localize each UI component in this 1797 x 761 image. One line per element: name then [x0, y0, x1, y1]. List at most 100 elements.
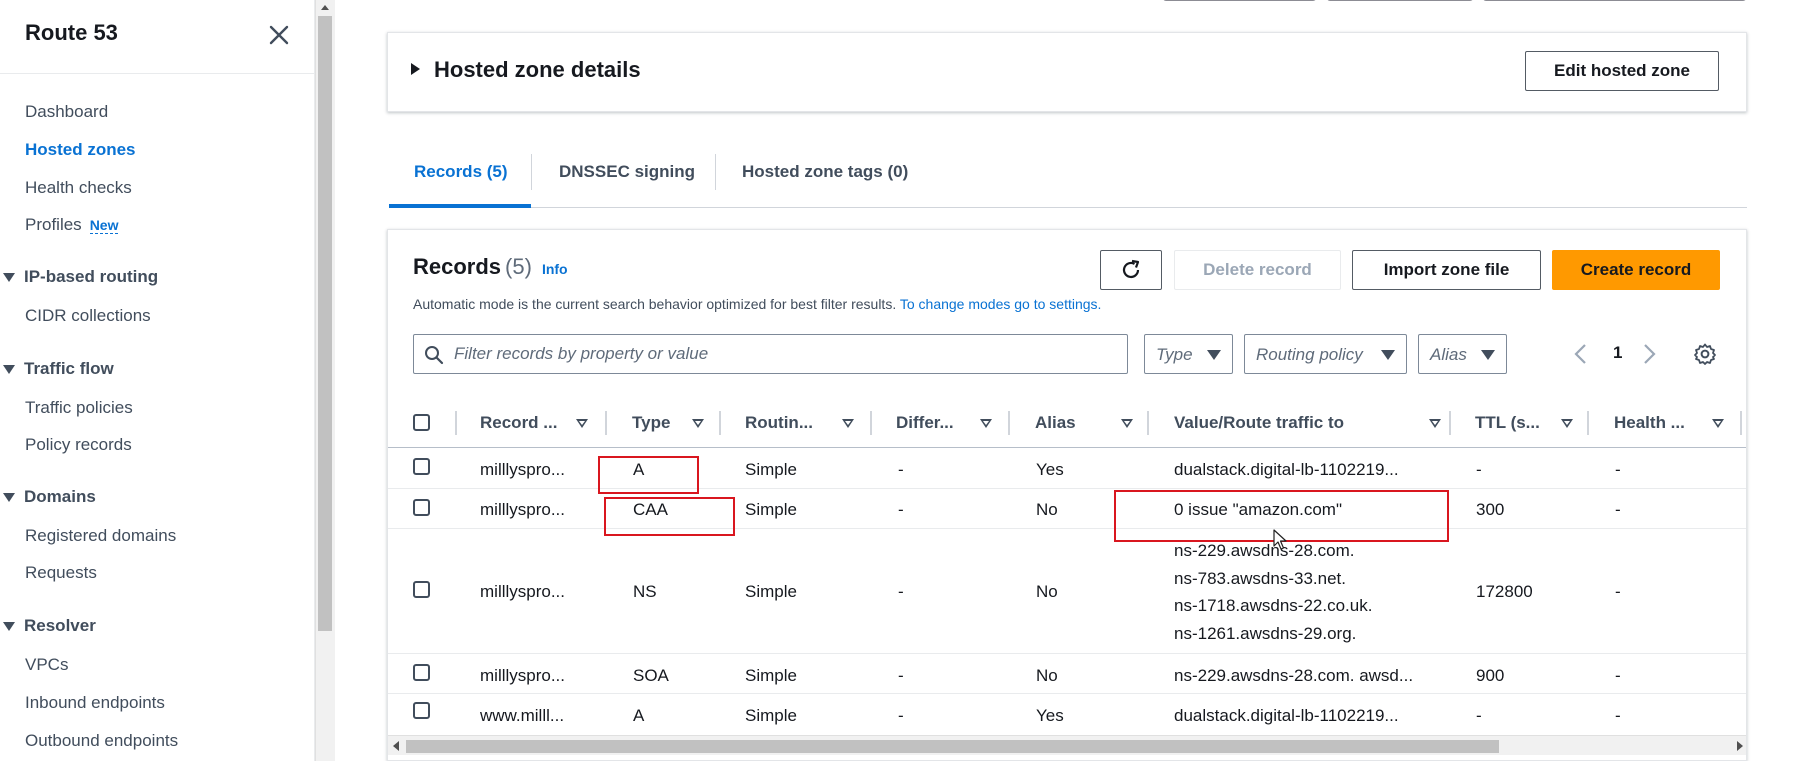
- ttl-cell: 172800: [1476, 582, 1533, 601]
- sidebar-item-traffic-policies[interactable]: Traffic policies: [25, 398, 133, 418]
- create-record-button[interactable]: Create record: [1552, 250, 1720, 290]
- record-name-cell[interactable]: milllyspro...: [480, 460, 565, 480]
- scroll-up-icon[interactable]: [318, 2, 332, 12]
- table-row[interactable]: milllyspro... SOA Simple - No ns-229.aws…: [388, 654, 1746, 694]
- row-checkbox[interactable]: [413, 581, 430, 598]
- row-checkbox[interactable]: [413, 458, 430, 475]
- sort-icon: [842, 419, 854, 428]
- current-page-number[interactable]: 1: [1613, 343, 1622, 363]
- refresh-button[interactable]: [1100, 250, 1162, 290]
- dropdown-icon: [1207, 350, 1221, 360]
- column-separator: [1008, 411, 1010, 435]
- column-label: Differ...: [896, 413, 954, 432]
- tab-dnssec-signing[interactable]: DNSSEC signing: [559, 150, 695, 208]
- routing-policy-cell: Simple: [745, 582, 797, 601]
- routing-policy-filter-select[interactable]: Routing policy: [1244, 334, 1407, 374]
- alias-cell: Yes: [1036, 706, 1064, 725]
- sidebar-scrollbar-thumb[interactable]: [318, 16, 332, 631]
- sidebar-item-health-checks[interactable]: Health checks: [25, 178, 132, 198]
- sidebar-item-outbound-endpoints[interactable]: Outbound endpoints: [25, 731, 178, 751]
- caret-down-icon: [3, 492, 15, 502]
- health-check-cell: -: [1615, 460, 1621, 479]
- row-checkbox[interactable]: [413, 664, 430, 681]
- scroll-left-icon[interactable]: [393, 741, 399, 751]
- column-header-routing-policy[interactable]: Routin...: [745, 398, 855, 448]
- ttl-cell: -: [1476, 460, 1482, 479]
- table-horizontal-scrollbar[interactable]: [388, 735, 1746, 755]
- caret-down-icon: [3, 364, 15, 374]
- horizontal-scrollbar-thumb[interactable]: [406, 740, 1499, 753]
- scroll-right-icon[interactable]: [1737, 741, 1743, 751]
- ttl-cell: 300: [1476, 500, 1505, 519]
- records-title: Records (5) Info: [413, 254, 568, 280]
- record-name-cell[interactable]: milllyspro...: [480, 666, 565, 686]
- row-checkbox[interactable]: [413, 702, 430, 719]
- sidebar-item-profiles[interactable]: Profiles New: [25, 215, 119, 235]
- column-header-alias[interactable]: Alias: [1035, 398, 1135, 448]
- column-header-health-check[interactable]: Health ...: [1614, 398, 1724, 448]
- gear-icon[interactable]: [1693, 342, 1717, 366]
- table-row[interactable]: www.milll... A Simple - Yes dualstack.di…: [388, 694, 1746, 734]
- records-heading: Records: [413, 254, 502, 279]
- ttl-cell: 900: [1476, 666, 1505, 685]
- tab-separator: [531, 154, 532, 190]
- edit-hosted-zone-button[interactable]: Edit hosted zone: [1525, 51, 1719, 91]
- sidebar-group-ip-routing[interactable]: IP-based routing: [0, 267, 158, 287]
- highlight-box-type-caa: [604, 497, 735, 536]
- record-name-cell[interactable]: milllyspro...: [480, 582, 565, 602]
- sidebar-item-hosted-zones[interactable]: Hosted zones: [25, 140, 136, 160]
- sidebar-item-dashboard[interactable]: Dashboard: [25, 102, 108, 122]
- select-all-checkbox[interactable]: [413, 414, 430, 431]
- tab-hosted-zone-tags[interactable]: Hosted zone tags (0): [742, 150, 908, 208]
- record-name-cell[interactable]: milllyspro...: [480, 500, 565, 520]
- column-separator: [1449, 411, 1451, 435]
- column-label: Type: [632, 413, 671, 432]
- table-row[interactable]: milllyspro... CAA Simple - No 0 issue "a…: [388, 489, 1746, 529]
- sidebar-item-registered-domains[interactable]: Registered domains: [25, 526, 176, 546]
- import-zone-file-button[interactable]: Import zone file: [1352, 250, 1541, 290]
- hosted-zone-details-toggle[interactable]: Hosted zone details: [411, 57, 641, 83]
- sidebar-item-inbound-endpoints[interactable]: Inbound endpoints: [25, 693, 165, 713]
- value-line: ns-1261.awsdns-29.org.: [1174, 624, 1357, 643]
- column-label: Value/Route traffic to: [1174, 413, 1345, 432]
- sidebar-item-vpcs[interactable]: VPCs: [25, 655, 68, 675]
- sidebar-title: Route 53: [25, 20, 118, 45]
- column-label: Health ...: [1614, 413, 1685, 432]
- chevron-left-icon[interactable]: [1571, 342, 1591, 366]
- sidebar-group-resolver[interactable]: Resolver: [0, 616, 96, 636]
- record-name-cell[interactable]: www.milll...: [480, 706, 564, 726]
- sidebar-group-domains[interactable]: Domains: [0, 487, 96, 507]
- column-header-type[interactable]: Type: [632, 398, 704, 448]
- column-header-value[interactable]: Value/Route traffic to: [1174, 398, 1444, 448]
- info-link[interactable]: Info: [542, 261, 568, 277]
- group-label: Domains: [24, 487, 96, 506]
- new-badge: New: [89, 217, 119, 234]
- close-icon[interactable]: [266, 22, 292, 48]
- sidebar-item-cidr-collections[interactable]: CIDR collections: [25, 306, 151, 326]
- search-input[interactable]: [454, 341, 1114, 367]
- sort-icon: [576, 419, 588, 428]
- group-label: IP-based routing: [24, 267, 159, 286]
- table-row[interactable]: milllyspro... A Simple - Yes dualstack.d…: [388, 448, 1746, 489]
- search-mode-description: Automatic mode is the current search beh…: [413, 296, 1101, 312]
- sidebar-group-traffic-flow[interactable]: Traffic flow: [0, 359, 114, 379]
- column-header-differentiator[interactable]: Differ...: [896, 398, 992, 448]
- sidebar-item-requests[interactable]: Requests: [25, 563, 97, 583]
- routing-policy-cell: Simple: [745, 460, 797, 479]
- sidebar-item-policy-records[interactable]: Policy records: [25, 435, 132, 455]
- type-filter-select[interactable]: Type: [1144, 334, 1233, 374]
- caret-down-icon: [3, 272, 15, 282]
- tab-records[interactable]: Records (5): [389, 150, 531, 208]
- column-label: Alias: [1035, 413, 1076, 432]
- table-row[interactable]: milllyspro... NS Simple - No ns-229.awsd…: [388, 529, 1746, 654]
- delete-record-button[interactable]: Delete record: [1174, 250, 1341, 290]
- chevron-right-icon[interactable]: [1639, 342, 1659, 366]
- column-header-record-name[interactable]: Record ...: [480, 398, 590, 448]
- alias-filter-select[interactable]: Alias: [1418, 334, 1507, 374]
- caret-down-icon: [3, 621, 15, 631]
- settings-link[interactable]: To change modes go to settings.: [900, 296, 1102, 312]
- row-checkbox[interactable]: [413, 499, 430, 516]
- column-header-ttl[interactable]: TTL (s...: [1475, 398, 1575, 448]
- dropdown-icon: [1381, 350, 1395, 360]
- value-line: ns-783.awsdns-33.net.: [1174, 569, 1346, 588]
